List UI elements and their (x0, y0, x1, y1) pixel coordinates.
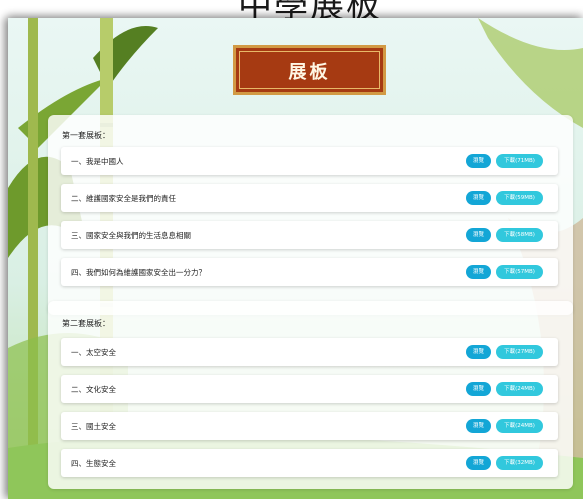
item-label: 二、維護國家安全是我們的責任 (71, 194, 176, 203)
exhibition-set-panel: 第一套展板： 一、我是中國人 瀏覽 下載(71MB) 二、維護國家安全是我們的責… (48, 115, 573, 315)
download-button[interactable]: 下載(71MB) (496, 154, 543, 168)
view-button[interactable]: 瀏覽 (466, 456, 491, 470)
banner-title: 展板 (288, 62, 331, 83)
download-button[interactable]: 下載(24MB) (496, 382, 543, 396)
list-item: 二、維護國家安全是我們的責任 瀏覽 下載(59MB) (61, 184, 558, 212)
item-label: 三、國家安全與我們的生活息息相關 (71, 231, 191, 240)
download-button[interactable]: 下載(58MB) (496, 228, 543, 242)
bamboo-leaf-shape (478, 18, 583, 128)
item-label: 四、生態安全 (71, 459, 116, 468)
item-label: 二、文化安全 (71, 385, 116, 394)
set-title: 第一套展板： (62, 131, 110, 140)
view-button[interactable]: 瀏覽 (466, 382, 491, 396)
view-button[interactable]: 瀏覽 (466, 419, 491, 433)
view-button[interactable]: 瀏覽 (466, 228, 491, 242)
view-button[interactable]: 瀏覽 (466, 345, 491, 359)
item-label: 一、太空安全 (71, 348, 116, 357)
list-item: 三、國土安全 瀏覽 下載(24MB) (61, 412, 558, 440)
list-item: 四、我們如何為維護國家安全出一分力？ 瀏覽 下載(57MB) (61, 258, 558, 286)
view-button[interactable]: 瀏覽 (466, 191, 491, 205)
download-button[interactable]: 下載(59MB) (496, 191, 543, 205)
view-button[interactable]: 瀏覽 (466, 154, 491, 168)
title-banner: 展板 (233, 45, 386, 95)
download-button[interactable]: 下載(32MB) (496, 456, 543, 470)
page-heading-strip: 中學展板 (0, 0, 583, 18)
list-item: 三、國家安全與我們的生活息息相關 瀏覽 下載(58MB) (61, 221, 558, 249)
content-frame: 展板 第一套展板： 一、我是中國人 瀏覽 下載(71MB) 二、維護國家安全是我… (8, 18, 583, 499)
item-label: 一、我是中國人 (71, 157, 124, 166)
set-title: 第二套展板： (62, 319, 110, 328)
list-item: 二、文化安全 瀏覽 下載(24MB) (61, 375, 558, 403)
download-button[interactable]: 下載(24MB) (496, 419, 543, 433)
page-heading: 中學展板 (238, 0, 382, 18)
view-button[interactable]: 瀏覽 (466, 265, 491, 279)
download-button[interactable]: 下載(57MB) (496, 265, 543, 279)
list-item: 四、生態安全 瀏覽 下載(32MB) (61, 449, 558, 477)
exhibition-set-panel: 第二套展板： 一、太空安全 瀏覽 下載(27MB) 二、文化安全 瀏覽 下載(2… (48, 301, 573, 489)
item-label: 四、我們如何為維護國家安全出一分力？ (71, 268, 206, 277)
list-item: 一、我是中國人 瀏覽 下載(71MB) (61, 147, 558, 175)
item-label: 三、國土安全 (71, 422, 116, 431)
list-item: 一、太空安全 瀏覽 下載(27MB) (61, 338, 558, 366)
download-button[interactable]: 下載(27MB) (496, 345, 543, 359)
